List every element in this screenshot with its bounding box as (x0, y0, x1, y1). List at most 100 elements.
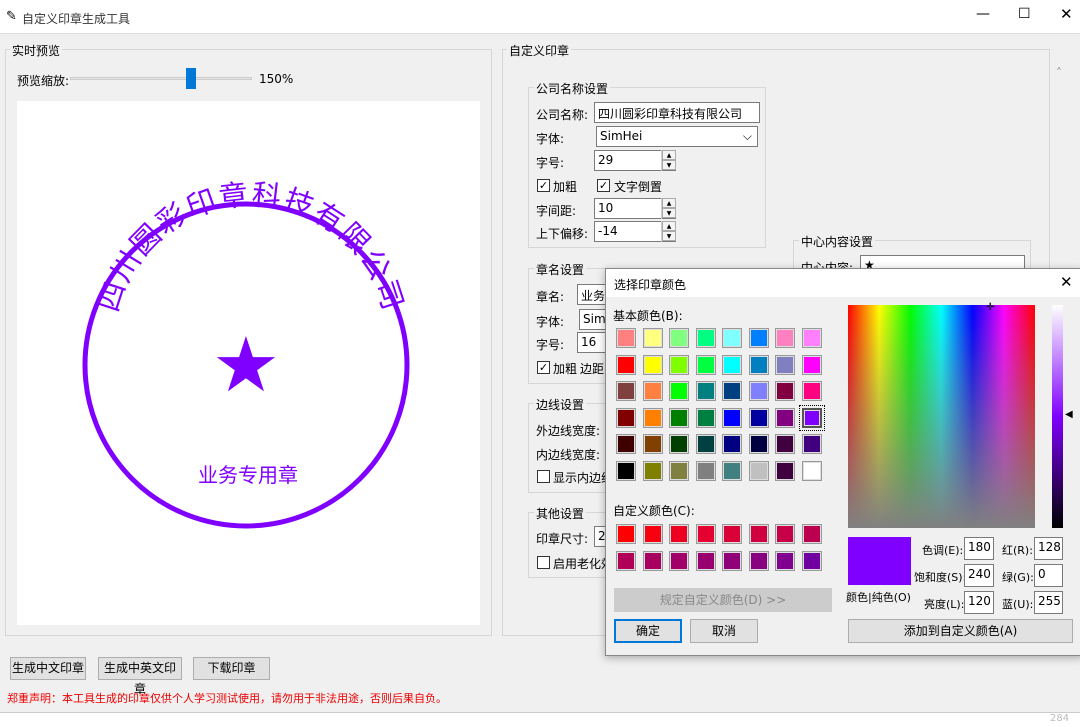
color-swatch[interactable] (695, 381, 716, 401)
cancel-button[interactable]: 取消 (690, 619, 758, 643)
seal-bold-checkbox[interactable]: ✓ (537, 361, 550, 374)
color-swatch[interactable] (722, 460, 742, 481)
color-swatch[interactable] (748, 328, 769, 348)
color-swatch[interactable] (722, 381, 742, 401)
color-swatch[interactable] (642, 381, 663, 401)
color-swatch[interactable] (616, 434, 636, 454)
maximize-button[interactable]: ☐ (1018, 6, 1031, 22)
color-swatch[interactable] (775, 550, 795, 571)
color-swatch[interactable] (748, 460, 769, 481)
dialog-close-button[interactable]: ✕ (1060, 273, 1073, 291)
zoom-slider-track[interactable] (70, 77, 252, 80)
color-swatch[interactable] (695, 407, 716, 428)
scroll-up-icon[interactable]: ˄ (1056, 66, 1062, 80)
ok-button[interactable]: 确定 (614, 619, 682, 643)
color-swatch[interactable] (748, 354, 769, 375)
luminance-input[interactable]: 120 (964, 591, 994, 614)
color-swatch[interactable] (775, 328, 795, 348)
saturation-input[interactable]: 240 (964, 564, 994, 587)
color-swatch[interactable] (695, 550, 716, 571)
color-swatch[interactable] (695, 328, 716, 348)
color-swatch[interactable] (722, 407, 742, 428)
color-swatch[interactable] (748, 550, 769, 571)
luminance-slider[interactable] (1052, 305, 1063, 528)
color-swatch[interactable] (695, 460, 716, 481)
color-swatch[interactable] (722, 354, 742, 375)
color-swatch[interactable] (801, 550, 822, 571)
color-swatch[interactable] (669, 524, 689, 544)
color-swatch[interactable] (616, 524, 636, 544)
blue-input[interactable]: 255 (1034, 591, 1063, 614)
color-swatch[interactable] (801, 524, 822, 544)
color-swatch[interactable] (669, 434, 689, 454)
color-swatch[interactable] (722, 434, 742, 454)
hue-saturation-spectrum[interactable]: ✛ (848, 302, 1035, 528)
color-swatch[interactable] (801, 434, 822, 454)
show-inner-checkbox[interactable] (537, 470, 550, 483)
company-size-stepper[interactable]: ▲ ▼ (661, 150, 676, 171)
color-swatch[interactable] (775, 524, 795, 544)
generate-cn-en-button[interactable]: 生成中英文印章 (98, 657, 182, 696)
color-swatch[interactable] (642, 460, 663, 481)
color-swatch[interactable] (642, 328, 663, 348)
color-swatch[interactable] (669, 381, 689, 401)
minimize-button[interactable]: — (976, 6, 990, 22)
color-swatch[interactable] (695, 524, 716, 544)
color-swatch[interactable] (669, 460, 689, 481)
color-swatch[interactable] (775, 381, 795, 401)
company-bold-checkbox[interactable]: ✓ (537, 179, 550, 192)
color-swatch[interactable] (616, 460, 636, 481)
color-swatch[interactable] (748, 524, 769, 544)
spacing-stepper[interactable]: ▲ ▼ (661, 198, 676, 219)
color-swatch[interactable] (642, 434, 663, 454)
color-swatch[interactable] (669, 354, 689, 375)
color-swatch[interactable] (695, 354, 716, 375)
generate-cn-button[interactable]: 生成中文印章 (10, 657, 86, 680)
color-swatch[interactable] (722, 524, 742, 544)
company-name-input[interactable]: 四川圆彩印章科技有限公司 (594, 102, 760, 123)
company-font-select[interactable]: SimHei ⌵ (596, 126, 758, 147)
color-swatch[interactable] (616, 550, 636, 571)
seal-font-label: 字体: (536, 315, 565, 329)
color-swatch[interactable] (722, 550, 742, 571)
luminance-arrow-icon[interactable]: ◀ (1065, 409, 1073, 420)
add-to-custom-button[interactable]: 添加到自定义颜色(A) (848, 619, 1073, 643)
close-button[interactable]: ✕ (1060, 5, 1073, 23)
color-swatch[interactable] (748, 434, 769, 454)
color-swatch[interactable] (801, 381, 822, 401)
red-input[interactable]: 128 (1034, 537, 1063, 560)
color-swatch[interactable] (642, 407, 663, 428)
color-swatch[interactable] (642, 354, 663, 375)
company-settings-label: 公司名称设置 (534, 80, 611, 97)
download-button[interactable]: 下载印章 (193, 657, 270, 680)
define-custom-colors-button[interactable]: 规定自定义颜色(D) >> (614, 588, 832, 612)
offset-stepper[interactable]: ▲ ▼ (661, 221, 676, 242)
color-swatch[interactable] (775, 460, 795, 481)
color-swatch[interactable] (616, 328, 636, 348)
color-swatch[interactable] (669, 407, 689, 428)
color-swatch[interactable] (801, 354, 822, 375)
green-input[interactable]: 0 (1034, 564, 1063, 587)
color-swatch[interactable] (801, 328, 822, 348)
color-swatch[interactable] (722, 328, 742, 348)
color-swatch[interactable] (775, 354, 795, 375)
chevron-down-icon: ⌵ (742, 129, 752, 143)
color-swatch[interactable] (801, 460, 822, 481)
hue-input[interactable]: 180 (964, 537, 994, 560)
zoom-slider-thumb[interactable] (186, 68, 197, 89)
color-swatch[interactable] (616, 407, 636, 428)
color-swatch[interactable] (695, 434, 716, 454)
color-swatch[interactable] (748, 407, 769, 428)
text-invert-checkbox[interactable]: ✓ (597, 179, 610, 192)
color-swatch[interactable] (616, 354, 636, 375)
aging-checkbox[interactable] (537, 556, 550, 569)
color-swatch[interactable] (616, 381, 636, 401)
color-swatch[interactable] (798, 404, 825, 431)
color-swatch[interactable] (642, 550, 663, 571)
color-swatch[interactable] (775, 407, 795, 428)
color-swatch[interactable] (748, 381, 769, 401)
color-swatch[interactable] (669, 328, 689, 348)
color-swatch[interactable] (642, 524, 663, 544)
color-swatch[interactable] (775, 434, 795, 454)
color-swatch[interactable] (669, 550, 689, 571)
